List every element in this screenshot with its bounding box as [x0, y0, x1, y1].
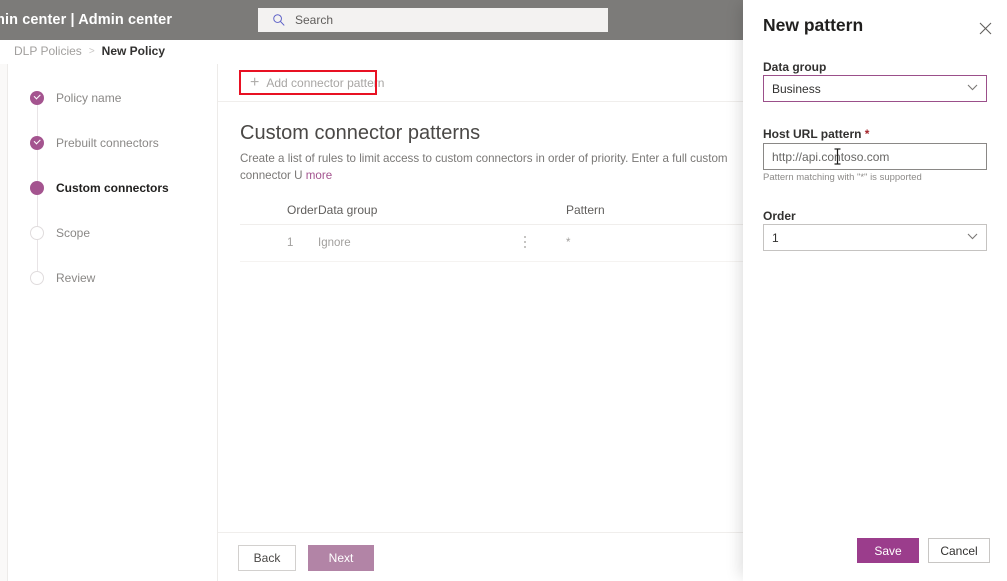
order-value: 1: [772, 230, 779, 245]
required-asterisk: *: [864, 127, 870, 141]
column-header-order[interactable]: Order: [240, 203, 318, 217]
table-row[interactable]: 1 Ignore *: [240, 225, 743, 262]
panel-title: New pattern: [763, 15, 864, 35]
breadcrumb-separator: >: [88, 45, 95, 57]
breadcrumb-parent[interactable]: DLP Policies: [14, 44, 82, 58]
sidebar-item-label: Prebuilt connectors: [56, 136, 159, 150]
sidebar-item-prebuilt-connectors[interactable]: Prebuilt connectors: [30, 133, 159, 153]
back-button[interactable]: Back: [238, 545, 296, 571]
sidebar-item-label: Review: [56, 271, 96, 285]
sidebar-item-label: Scope: [56, 226, 91, 240]
chevron-down-icon: [967, 232, 978, 243]
host-url-input[interactable]: http://api.contoso.com: [763, 143, 987, 170]
table-header-row: Order Data group Pattern: [240, 196, 743, 225]
step-pending-icon: [30, 271, 44, 285]
learn-more-link[interactable]: more: [306, 169, 332, 182]
page-title: Custom connector patterns: [240, 122, 481, 144]
suite-title: min center | Admin center: [0, 12, 173, 28]
step-current-icon: [30, 181, 44, 195]
sidebar-item-review[interactable]: Review: [30, 268, 95, 288]
wizard-footer: Back Next: [218, 532, 743, 581]
host-url-hint: Pattern matching with "*" is supported: [763, 172, 922, 183]
sidebar-item-label: Policy name: [56, 91, 122, 105]
cell-order: 1: [287, 237, 294, 249]
host-url-label: Host URL pattern *: [763, 127, 869, 141]
section-description: Create a list of rules to limit access t…: [240, 150, 743, 184]
host-url-label-text: Host URL pattern: [763, 127, 862, 141]
command-bar: + Add connector pattern: [218, 64, 743, 102]
step-complete-icon: [30, 136, 44, 150]
add-connector-pattern-label: Add connector pattern: [266, 76, 385, 90]
save-button[interactable]: Save: [857, 538, 919, 563]
host-url-value: http://api.contoso.com: [772, 149, 890, 164]
column-header-data-group[interactable]: Data group: [318, 203, 523, 217]
cancel-button[interactable]: Cancel: [928, 538, 990, 563]
step-complete-icon: [30, 91, 44, 105]
step-pending-icon: [30, 226, 44, 240]
new-pattern-panel: New pattern Data group Business Host URL…: [743, 0, 1007, 581]
more-vertical-icon: [524, 235, 526, 248]
search-icon: [273, 14, 285, 26]
wizard-step-nav: Policy name Prebuilt connectors Custom c…: [9, 64, 218, 581]
cell-data-group: Ignore: [318, 237, 351, 249]
order-select[interactable]: 1: [763, 224, 987, 251]
sidebar-item-custom-connectors[interactable]: Custom connectors: [30, 178, 169, 198]
close-icon: [979, 22, 991, 34]
row-actions-button[interactable]: [523, 235, 566, 252]
add-connector-pattern-button[interactable]: + Add connector pattern: [243, 69, 391, 97]
cell-pattern: *: [566, 237, 571, 249]
column-header-pattern[interactable]: Pattern: [566, 203, 696, 217]
order-label: Order: [763, 209, 796, 223]
connector-patterns-table: Order Data group Pattern 1 Ignore *: [240, 196, 743, 262]
search-input[interactable]: Search: [258, 8, 608, 32]
breadcrumb-current: New Policy: [101, 44, 166, 58]
left-rail: [0, 64, 8, 581]
breadcrumb: DLP Policies > New Policy: [14, 44, 165, 58]
plus-icon: +: [250, 74, 260, 91]
data-group-value: Business: [772, 81, 821, 96]
sidebar-item-scope[interactable]: Scope: [30, 223, 90, 243]
next-button[interactable]: Next: [308, 545, 374, 571]
data-group-label: Data group: [763, 60, 827, 74]
main-content: + Add connector pattern Custom connector…: [218, 64, 743, 581]
search-placeholder: Search: [295, 13, 334, 27]
sidebar-item-policy-name[interactable]: Policy name: [30, 88, 121, 108]
data-group-select[interactable]: Business: [763, 75, 987, 102]
chevron-down-icon: [967, 83, 978, 94]
sidebar-item-label: Custom connectors: [56, 181, 169, 195]
close-button[interactable]: [971, 14, 999, 42]
